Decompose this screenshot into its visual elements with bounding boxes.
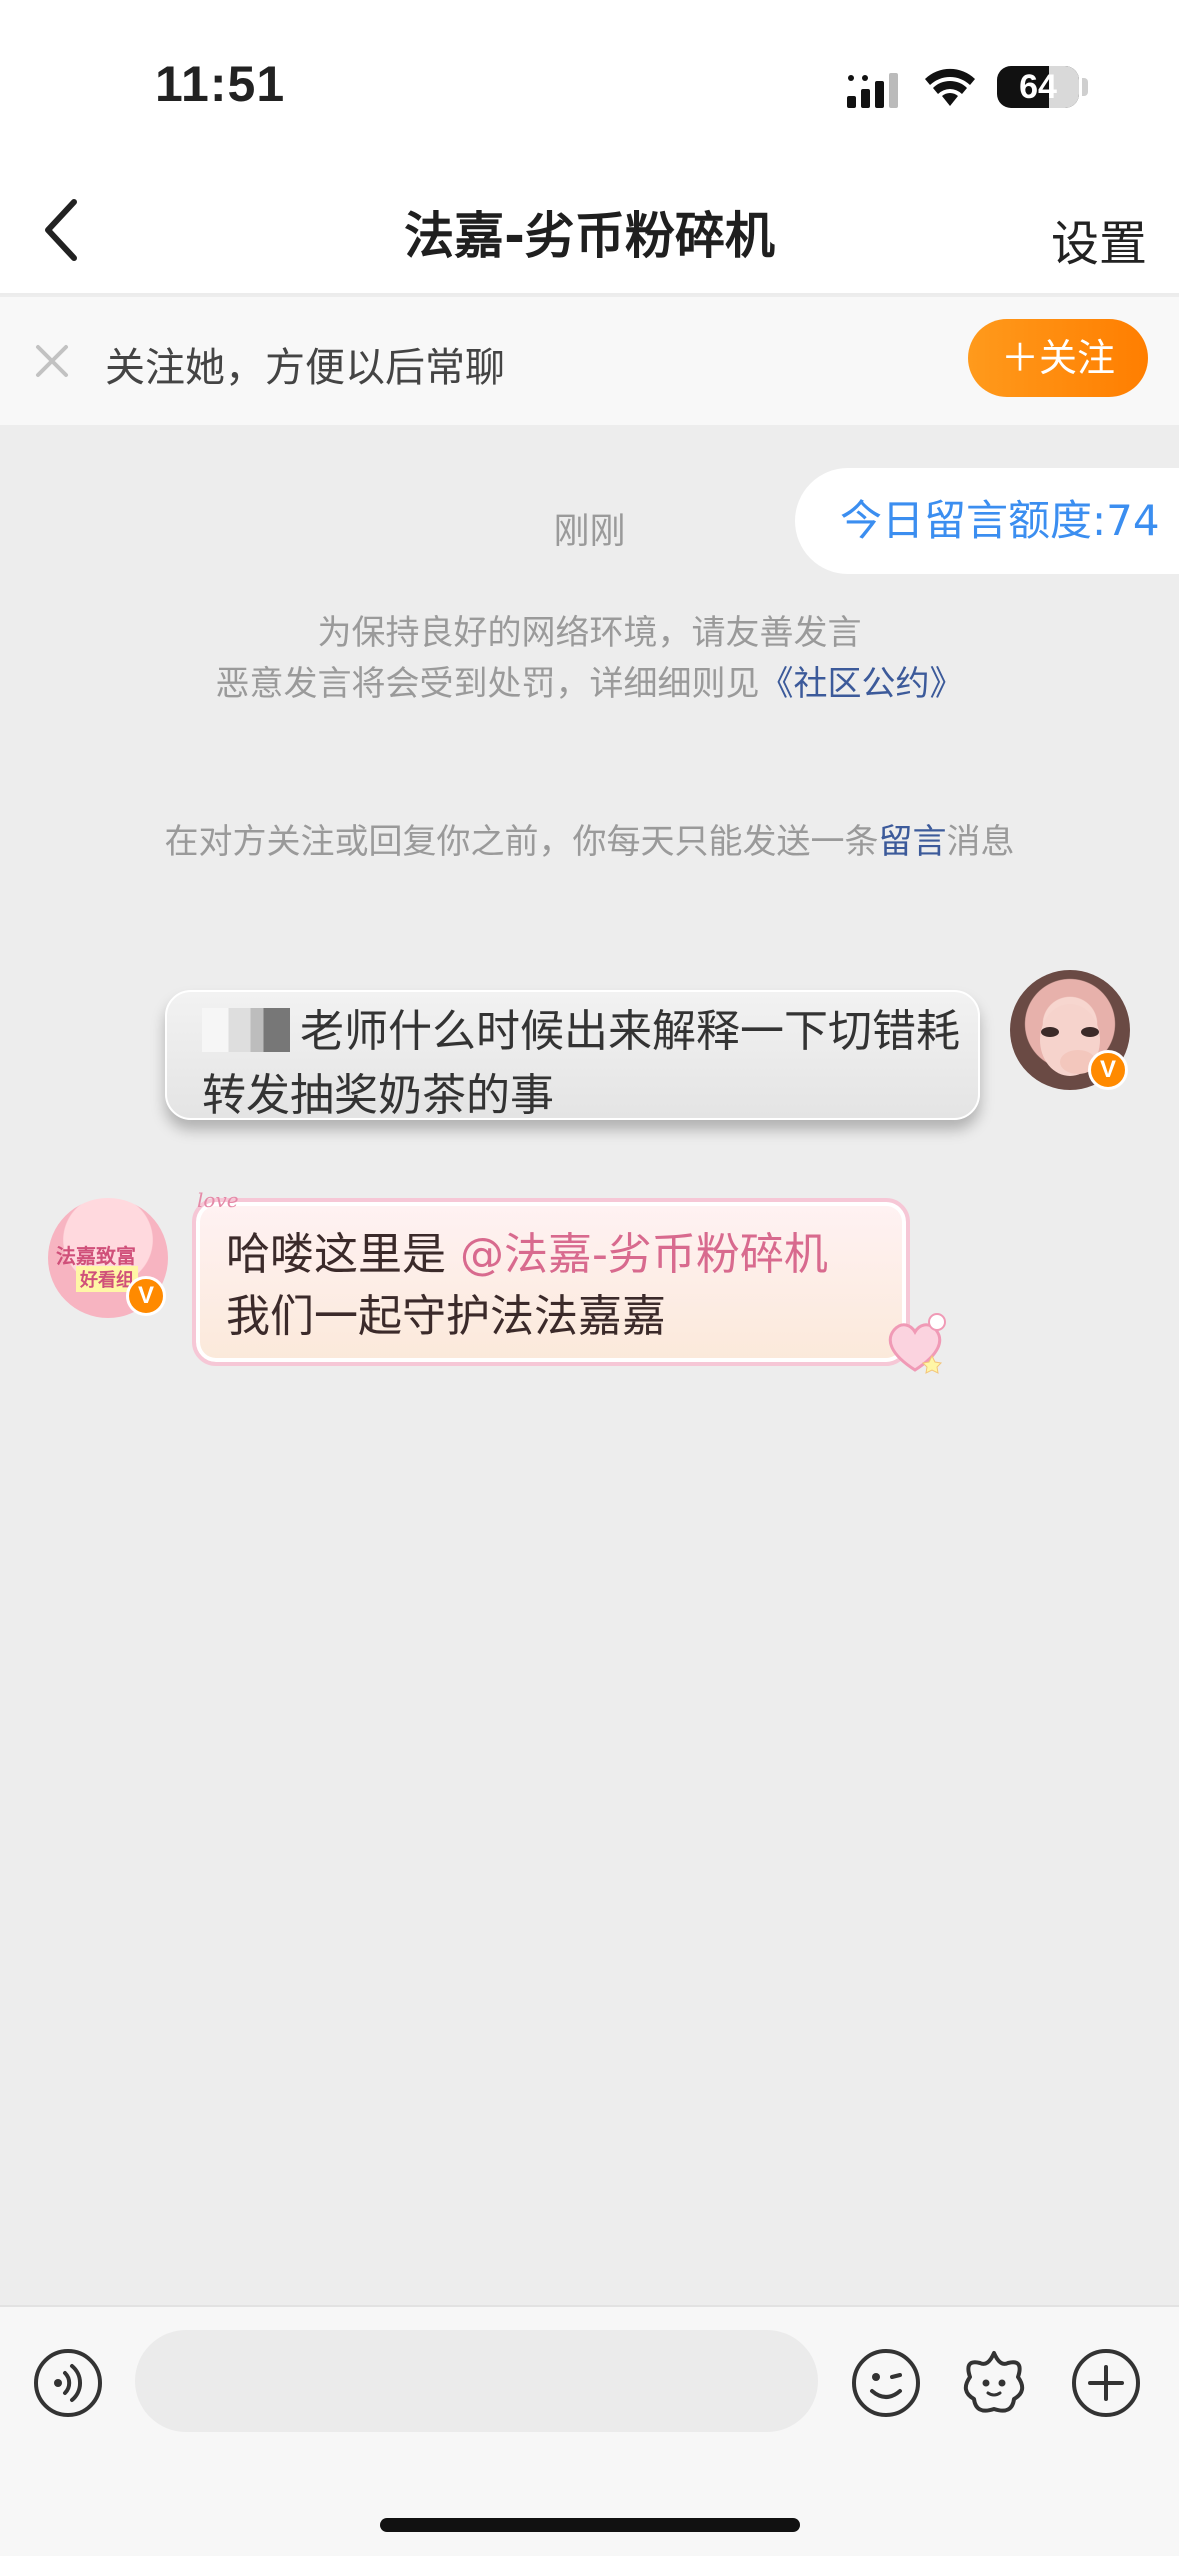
- back-arrow-icon[interactable]: [30, 190, 100, 270]
- community-rules-link[interactable]: 《社区公约》: [760, 664, 964, 704]
- notice-line-1: 为保持良好的网络环境，请友善发言: [317, 613, 862, 653]
- voice-input-icon[interactable]: [32, 2347, 104, 2419]
- sent-message-bubble[interactable]: 老师什么时候出来解释一下切错耗转发抽奖奶茶的事: [165, 990, 980, 1121]
- received-message-line2: 我们一起守护法法嘉嘉: [226, 1291, 666, 1342]
- leave-message-link[interactable]: 留言: [879, 822, 947, 862]
- battery-icon: 64: [997, 66, 1079, 108]
- sent-message: 老师什么时候出来解释一下切错耗转发抽奖奶茶的事: [202, 1000, 962, 1128]
- follow-prompt-bar: 关注她，方便以后常聊 ＋关注: [0, 297, 1179, 425]
- message-timestamp: 刚刚: [553, 511, 626, 552]
- heart-decoration-icon: [888, 1313, 946, 1374]
- notice-line-2: 恶意发言将会受到处罚，详细细则见《社区公约》: [0, 656, 1179, 705]
- battery-tip: [1082, 78, 1088, 96]
- settings-button[interactable]: 设置: [1051, 204, 1147, 274]
- cellular-signal-icon: [847, 73, 898, 108]
- avatar-text-1: 法嘉致富: [56, 1244, 136, 1268]
- close-icon[interactable]: [28, 337, 76, 385]
- add-more-icon[interactable]: [1070, 2347, 1142, 2419]
- verified-badge-icon: V: [126, 1276, 166, 1316]
- blurred-mention: [202, 1008, 290, 1052]
- nav-bar: 法嘉-劣币粉碎机 设置: [0, 160, 1179, 295]
- received-message-bubble[interactable]: 哈喽这里是 @法嘉-劣币粉碎机 我们一起守护法法嘉嘉: [192, 1198, 910, 1366]
- page-title: 法嘉-劣币粉碎机: [404, 207, 775, 265]
- verified-badge-icon: V: [1088, 1050, 1128, 1090]
- received-message: 哈喽这里是 @法嘉-劣币粉碎机 我们一起守护法法嘉嘉: [226, 1224, 828, 1348]
- wifi-icon: [925, 68, 975, 106]
- notice-line-2-text: 恶意发言将会受到处罚，详细细则见: [215, 664, 760, 704]
- status-bar: 11:51 64: [0, 0, 1179, 160]
- emoji-icon[interactable]: [850, 2347, 922, 2419]
- follow-button[interactable]: ＋关注: [968, 319, 1148, 397]
- limit-suffix: 消息: [946, 822, 1015, 862]
- follow-prompt-text: 关注她，方便以后常聊: [105, 345, 505, 391]
- message-limit-notice: 在对方关注或回复你之前，你每天只能发送一条留言消息: [0, 814, 1179, 863]
- sent-message-text: 老师什么时候出来解释一下切错耗转发抽奖奶茶的事: [202, 1006, 960, 1121]
- message-input[interactable]: [135, 2330, 818, 2432]
- bubble-love-tag: love: [197, 1188, 239, 1212]
- battery-percent: 64: [1019, 68, 1057, 106]
- limit-prefix: 在对方关注或回复你之前，你每天只能发送一条: [164, 822, 879, 862]
- mention-link[interactable]: @法嘉-劣币粉碎机: [460, 1229, 828, 1280]
- status-time: 11:51: [155, 56, 286, 112]
- received-message-prefix: 哈喽这里是: [226, 1229, 460, 1280]
- home-indicator[interactable]: [380, 2518, 800, 2532]
- sticker-icon[interactable]: [958, 2347, 1030, 2419]
